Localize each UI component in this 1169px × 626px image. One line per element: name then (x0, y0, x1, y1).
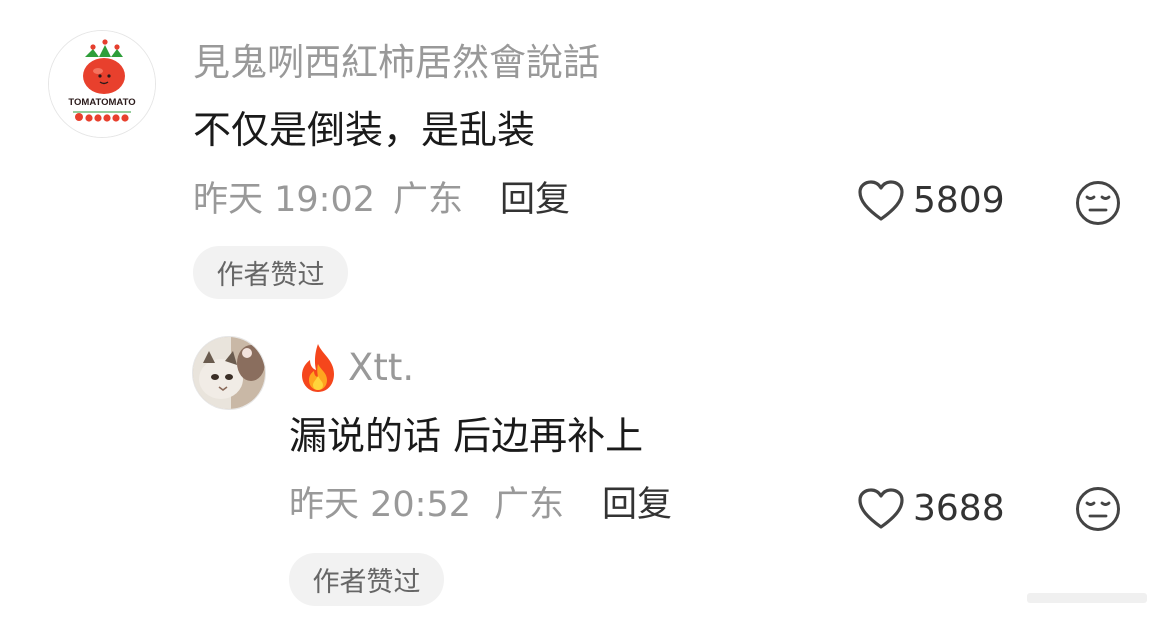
heart-icon (858, 488, 904, 529)
unamused-face-icon (1076, 181, 1120, 225)
reply-button[interactable]: 回复 (602, 483, 672, 527)
reply-button[interactable]: 回复 (500, 178, 570, 222)
dislike-button[interactable] (1075, 180, 1121, 226)
like-count: 5809 (913, 180, 1005, 221)
author-liked-badge: 作者赞过 (289, 553, 444, 606)
watermark (1027, 590, 1147, 604)
comment-item: TOMATOMATO 見鬼咧西紅柿居然會說話 不仅是倒装，是乱装 昨天 19:0… (0, 0, 1169, 320)
like-button[interactable]: 5809 (857, 178, 1005, 224)
comment-text: 不仅是倒装，是乱装 (193, 108, 536, 152)
reply-location: 广东 (494, 485, 565, 525)
fire-icon (294, 342, 342, 394)
comment-time: 昨天 19:02 (193, 180, 375, 220)
avatar[interactable]: TOMATOMATO (48, 30, 156, 138)
author-liked-badge: 作者赞过 (193, 246, 348, 299)
comment-author-name[interactable]: 見鬼咧西紅柿居然會說話 (193, 40, 600, 86)
reply-item: Xtt. 漏说的话 后边再补上 昨天 20:52 广东 回复 3688 作者赞过 (0, 320, 1169, 626)
like-count: 3688 (913, 488, 1005, 529)
tomato-logo-icon: TOMATOMATO (49, 31, 155, 137)
like-button[interactable]: 3688 (857, 486, 1005, 532)
cat-photo-avatar (193, 337, 265, 409)
dislike-button[interactable] (1075, 486, 1121, 532)
comment-location: 广东 (393, 180, 464, 220)
heart-icon (858, 180, 904, 221)
reply-time: 昨天 20:52 (289, 485, 471, 525)
reply-avatar[interactable] (192, 336, 266, 410)
reply-text: 漏说的话 后边再补上 (289, 414, 644, 458)
unamused-face-icon (1076, 487, 1120, 531)
logo-wordmark: TOMATOMATO (68, 97, 135, 108)
reply-author-name[interactable]: Xtt. (348, 345, 414, 391)
